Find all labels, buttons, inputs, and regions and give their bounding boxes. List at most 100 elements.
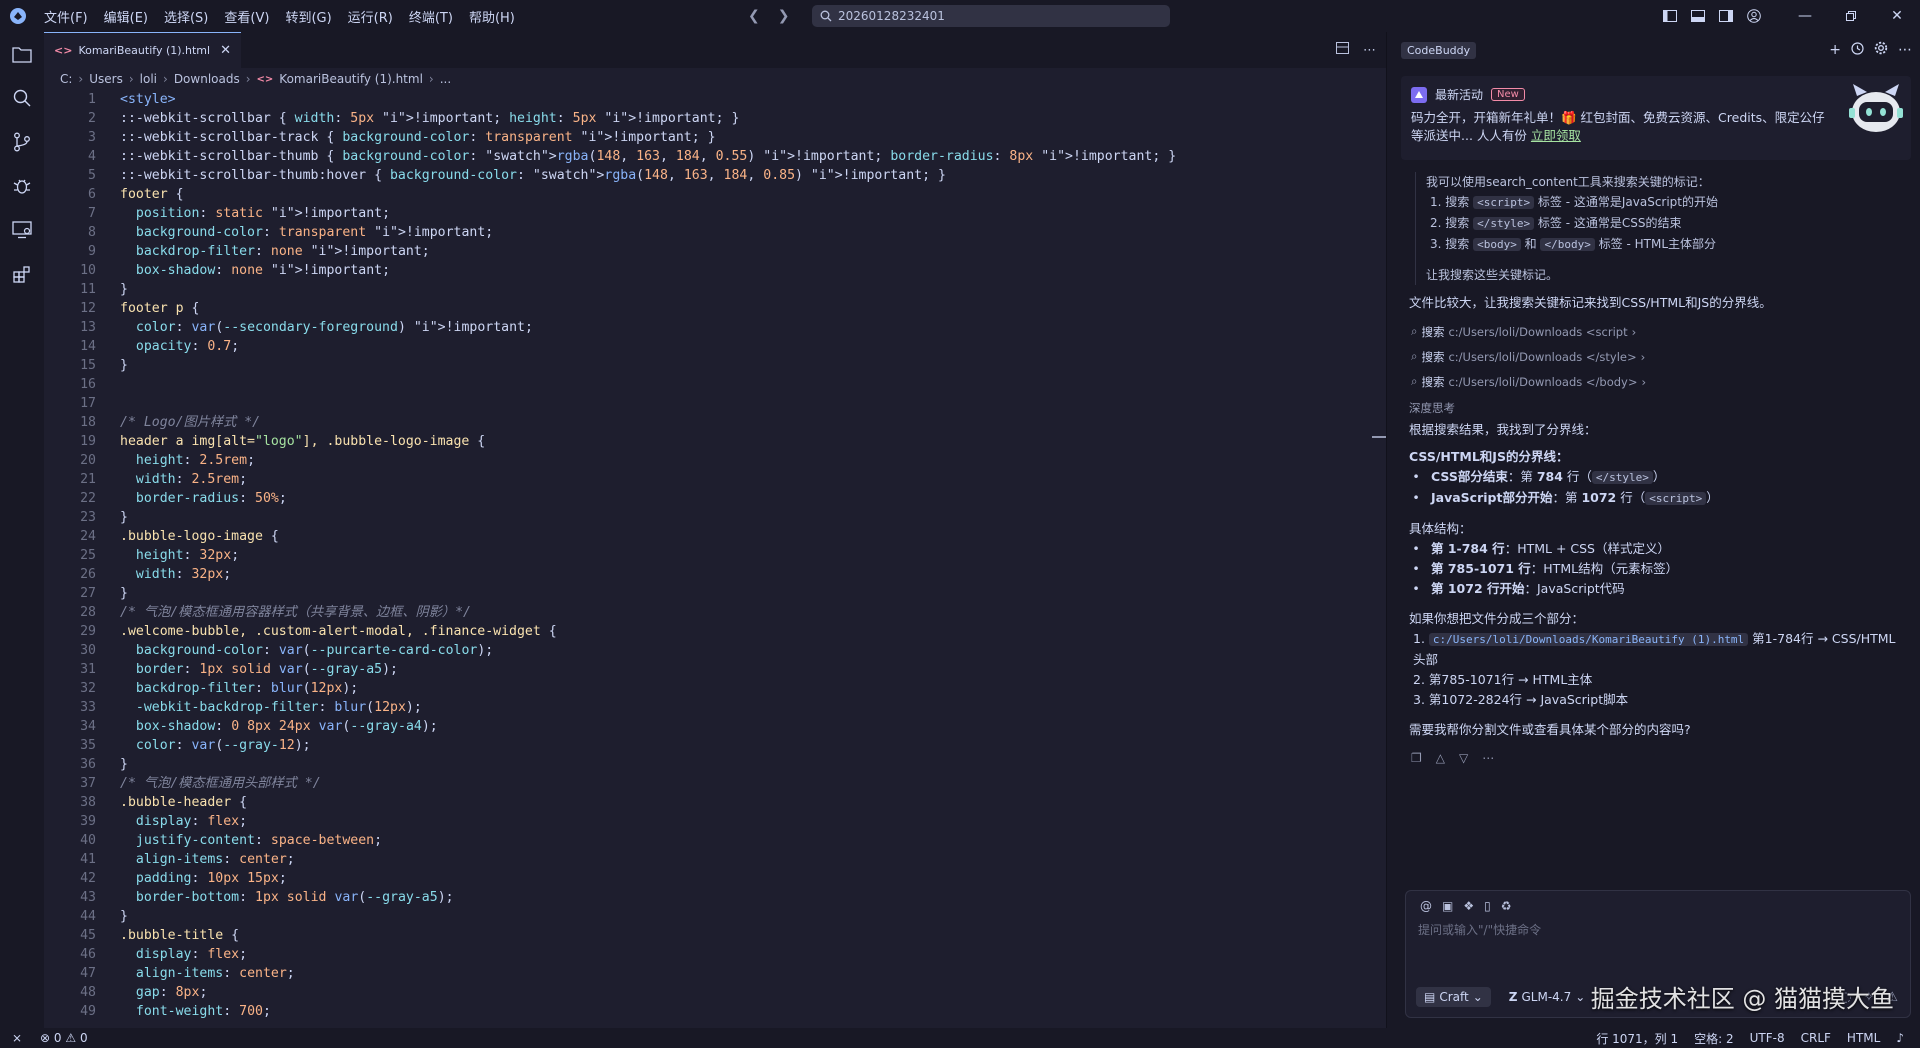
remote-explorer-icon[interactable] bbox=[0, 208, 44, 252]
code-line[interactable]: 18 /* Logo/图片样式 */ bbox=[44, 413, 1386, 432]
account-icon[interactable] bbox=[1740, 0, 1768, 32]
menu-item[interactable]: 查看(V) bbox=[216, 0, 277, 32]
history-icon[interactable] bbox=[1851, 41, 1864, 59]
code-line[interactable]: 25 height: 32px; bbox=[44, 546, 1386, 565]
code-line[interactable]: 21 width: 2.5rem; bbox=[44, 470, 1386, 489]
mode-selector[interactable]: ▤ Craft ⌄ bbox=[1416, 987, 1491, 1007]
search-view-icon[interactable] bbox=[0, 76, 44, 120]
menu-item[interactable]: 文件(F) bbox=[36, 0, 96, 32]
code-line[interactable]: 5::-webkit-scrollbar-thumb:hover { backg… bbox=[44, 166, 1386, 185]
code-line[interactable]: 46 display: flex; bbox=[44, 945, 1386, 964]
code-line[interactable]: 7 position: static "i">!important; bbox=[44, 204, 1386, 223]
copy-icon[interactable]: ❐ bbox=[1411, 751, 1422, 765]
scrollbar-position-marker[interactable] bbox=[1372, 436, 1386, 438]
toggle-panel-icon[interactable] bbox=[1684, 0, 1712, 32]
breadcrumb-file[interactable]: KomariBeautify (1).html bbox=[279, 72, 423, 86]
breadcrumb-symbol[interactable]: ... bbox=[440, 72, 451, 86]
more-icon[interactable]: ⋯ bbox=[1482, 751, 1494, 765]
code-line[interactable]: 20 height: 2.5rem; bbox=[44, 451, 1386, 470]
language-mode[interactable]: HTML bbox=[1841, 1031, 1886, 1045]
code-line[interactable]: 45 .bubble-title { bbox=[44, 926, 1386, 945]
breadcrumb-loli[interactable]: loli bbox=[140, 72, 157, 86]
close-window-button[interactable]: ✕ bbox=[1874, 0, 1920, 32]
forward-arrow-icon[interactable]: ❯ bbox=[778, 8, 790, 24]
code-line[interactable]: 36} bbox=[44, 755, 1386, 774]
split-editor-icon[interactable] bbox=[1336, 42, 1349, 58]
rules-icon[interactable]: ♻ bbox=[1501, 899, 1512, 913]
back-arrow-icon[interactable]: ❮ bbox=[748, 8, 760, 24]
code-line[interactable]: 24 .bubble-logo-image { bbox=[44, 527, 1386, 546]
code-line[interactable]: 32 backdrop-filter: blur(12px); bbox=[44, 679, 1386, 698]
search-result-row[interactable]: ⌕ 搜索 c:/Users/loli/Downloads </style> › bbox=[1387, 344, 1920, 369]
code-editor[interactable]: 1 <style> 2::-webkit-scrollbar { width: 5p… bbox=[44, 90, 1386, 1028]
code-line[interactable]: 48 gap: 8px; bbox=[44, 983, 1386, 1002]
code-line[interactable]: 40 justify-content: space-between; bbox=[44, 831, 1386, 850]
menu-item[interactable]: 运行(R) bbox=[340, 0, 401, 32]
code-line[interactable]: 16 bbox=[44, 375, 1386, 394]
code-line[interactable]: 34 box-shadow: 0 8px 24px var(--gray-a4)… bbox=[44, 717, 1386, 736]
search-result-row[interactable]: ⌕ 搜索 c:/Users/loli/Downloads <script › bbox=[1387, 319, 1920, 344]
command-center-search[interactable]: 20260128232401 bbox=[812, 5, 1170, 27]
menu-item[interactable]: 选择(S) bbox=[156, 0, 216, 32]
file-path-link[interactable]: c:/Users/loli/Downloads/KomariBeautify (… bbox=[1428, 633, 1749, 646]
new-chat-icon[interactable]: + bbox=[1829, 42, 1841, 58]
code-line[interactable]: 4::-webkit-scrollbar-thumb { background-… bbox=[44, 147, 1386, 166]
code-line[interactable]: 39 display: flex; bbox=[44, 812, 1386, 831]
code-line[interactable]: 2::-webkit-scrollbar { width: 5px "i">!i… bbox=[44, 109, 1386, 128]
search-result-row[interactable]: ⌕ 搜索 c:/Users/loli/Downloads </body> › bbox=[1387, 369, 1920, 394]
extensions-icon[interactable] bbox=[0, 252, 44, 296]
mention-icon[interactable]: @ bbox=[1420, 899, 1432, 913]
settings-gear-icon[interactable] bbox=[1874, 41, 1888, 59]
toggle-primary-sidebar-icon[interactable] bbox=[1656, 0, 1684, 32]
code-line[interactable]: 41 align-items: center; bbox=[44, 850, 1386, 869]
source-control-icon[interactable] bbox=[0, 120, 44, 164]
code-line[interactable]: 3::-webkit-scrollbar-track { background-… bbox=[44, 128, 1386, 147]
code-line[interactable]: 8 background-color: transparent "i">!imp… bbox=[44, 223, 1386, 242]
breadcrumb-users[interactable]: Users bbox=[89, 72, 123, 86]
line-ending[interactable]: CRLF bbox=[1795, 1031, 1837, 1045]
image-icon[interactable]: ▣ bbox=[1442, 899, 1453, 913]
code-line[interactable]: 26 width: 32px; bbox=[44, 565, 1386, 584]
code-line[interactable]: 33 -webkit-backdrop-filter: blur(12px); bbox=[44, 698, 1386, 717]
menu-item[interactable]: 编辑(E) bbox=[96, 0, 156, 32]
code-line[interactable]: 22 border-radius: 50%; bbox=[44, 489, 1386, 508]
minimize-button[interactable]: — bbox=[1782, 0, 1828, 32]
code-line[interactable]: 15} bbox=[44, 356, 1386, 375]
breadcrumb-drive[interactable]: C: bbox=[60, 72, 72, 86]
code-line[interactable]: 30 background-color: var(--purcarte-card… bbox=[44, 641, 1386, 660]
menu-item[interactable]: 终端(T) bbox=[401, 0, 461, 32]
code-line[interactable]: 12 footer p { bbox=[44, 299, 1386, 318]
run-debug-icon[interactable] bbox=[0, 164, 44, 208]
code-line[interactable]: 19 header a img[alt="logo"], .bubble-logo… bbox=[44, 432, 1386, 451]
breadcrumb-downloads[interactable]: Downloads bbox=[174, 72, 240, 86]
code-line[interactable]: 14 opacity: 0.7; bbox=[44, 337, 1386, 356]
problems-indicator[interactable]: ⊗ 0 ⚠ 0 bbox=[34, 1031, 94, 1045]
notifications-bell-icon[interactable]: ♪ bbox=[1890, 1031, 1910, 1045]
indentation[interactable]: 空格: 2 bbox=[1688, 1030, 1740, 1047]
code-line[interactable]: 17 bbox=[44, 394, 1386, 413]
code-line[interactable]: 27} bbox=[44, 584, 1386, 603]
promo-link[interactable]: 立即领取 bbox=[1531, 128, 1581, 143]
promo-card[interactable]: 最新活动 New 码力全开，开箱新年礼单！🎁 红包封面、免费云资源、Credit… bbox=[1401, 76, 1911, 160]
code-line[interactable]: 6 footer { bbox=[44, 185, 1386, 204]
book-icon[interactable]: ▯ bbox=[1484, 899, 1491, 913]
restore-button[interactable] bbox=[1828, 0, 1874, 32]
panel-tab-codebuddy[interactable]: CodeBuddy bbox=[1401, 41, 1477, 59]
close-tab-icon[interactable]: ✕ bbox=[220, 43, 231, 58]
cursor-position[interactable]: 行 1071，列 1 bbox=[1590, 1030, 1684, 1047]
code-line[interactable]: 29 .welcome-bubble, .custom-alert-modal, … bbox=[44, 622, 1386, 641]
code-line[interactable]: 37 /* 气泡/模态框通用头部样式 */ bbox=[44, 774, 1386, 793]
explorer-icon[interactable] bbox=[0, 32, 44, 76]
deep-think-label[interactable]: 深度思考 bbox=[1409, 398, 1907, 418]
code-line[interactable]: 43 border-bottom: 1px solid var(--gray-a… bbox=[44, 888, 1386, 907]
encoding[interactable]: UTF-8 bbox=[1744, 1031, 1791, 1045]
code-line[interactable]: 42 padding: 10px 15px; bbox=[44, 869, 1386, 888]
code-line[interactable]: 44} bbox=[44, 907, 1386, 926]
tab-komaribeautify[interactable]: <> KomariBeautify (1).html ✕ bbox=[44, 32, 241, 68]
code-line[interactable]: 38 .bubble-header { bbox=[44, 793, 1386, 812]
chat-input-field[interactable]: 提问或输入"/"快捷命令 bbox=[1406, 921, 1910, 938]
code-line[interactable]: 10 box-shadow: none "i">!important; bbox=[44, 261, 1386, 280]
menu-item[interactable]: 转到(G) bbox=[277, 0, 339, 32]
code-line[interactable]: 9 backdrop-filter: none "i">!important; bbox=[44, 242, 1386, 261]
model-selector[interactable]: Z GLM-4.7 ⌄ bbox=[1501, 987, 1594, 1007]
